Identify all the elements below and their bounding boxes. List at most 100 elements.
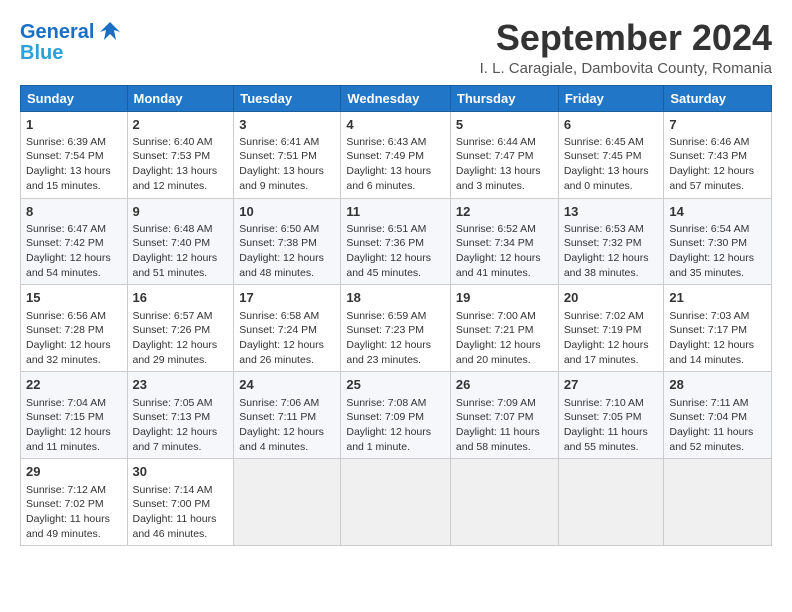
page: General Blue September 2024 I. L. Caragi… [0,0,792,612]
calendar-cell [341,459,451,546]
day-number: 4 [346,116,445,134]
day-info-line: Sunrise: 6:53 AM [564,222,659,237]
day-info-line: and 26 minutes. [239,353,335,368]
day-number: 8 [26,203,122,221]
day-info-line: Daylight: 12 hours [564,338,659,353]
day-info-line: Sunset: 7:45 PM [564,149,659,164]
day-info-line: Sunset: 7:07 PM [456,410,553,425]
day-info-line: and 35 minutes. [669,266,766,281]
calendar-cell: 3Sunrise: 6:41 AMSunset: 7:51 PMDaylight… [234,111,341,198]
day-info-line: Daylight: 11 hours [26,512,122,527]
day-info-line: and 4 minutes. [239,440,335,455]
day-info-line: Daylight: 12 hours [239,425,335,440]
day-info-line: Sunrise: 6:48 AM [133,222,229,237]
day-info-line: Sunrise: 6:43 AM [346,135,445,150]
calendar-week-row: 8Sunrise: 6:47 AMSunset: 7:42 PMDaylight… [21,198,772,285]
day-number: 7 [669,116,766,134]
day-info-line: Sunset: 7:42 PM [26,236,122,251]
day-info-line: and 23 minutes. [346,353,445,368]
day-number: 19 [456,289,553,307]
day-info-line: and 32 minutes. [26,353,122,368]
calendar-cell: 29Sunrise: 7:12 AMSunset: 7:02 PMDayligh… [21,459,128,546]
day-info-line: Sunrise: 6:39 AM [26,135,122,150]
day-info-line: Daylight: 13 hours [564,164,659,179]
day-info-line: Daylight: 13 hours [133,164,229,179]
calendar-cell: 25 Sunrise: 7:08 AMSunset: 7:09 PMDayligh… [341,372,451,459]
calendar-cell: 21Sunrise: 7:03 AMSunset: 7:17 PMDayligh… [664,285,772,372]
day-info-line: Sunrise: 6:56 AM [26,309,122,324]
day-number: 14 [669,203,766,221]
day-info-line: Sunset: 7:30 PM [669,236,766,251]
day-info-line: Sunrise: 6:41 AM [239,135,335,150]
calendar-cell: 8Sunrise: 6:47 AMSunset: 7:42 PMDaylight… [21,198,128,285]
day-number: 20 [564,289,659,307]
day-info-line: and 54 minutes. [26,266,122,281]
day-info-line: Sunrise: 7:05 AM [133,396,229,411]
day-info-line: Sunrise: 7:12 AM [26,483,122,498]
day-info-line: Sunrise: 6:40 AM [133,135,229,150]
calendar-week-row: 22Sunrise: 7:04 AMSunset: 7:15 PMDayligh… [21,372,772,459]
day-info-line: Sunrise: 7:02 AM [564,309,659,324]
day-info-line: Sunrise: 7:04 AM [26,396,122,411]
day-info-line: Daylight: 12 hours [564,251,659,266]
day-info-line: Daylight: 12 hours [26,338,122,353]
day-info-line: Sunset: 7:09 PM [346,410,445,425]
day-info-line: Sunrise: 6:57 AM [133,309,229,324]
day-number: 3 [239,116,335,134]
day-info-line: Daylight: 12 hours [239,251,335,266]
day-info-line: Sunset: 7:32 PM [564,236,659,251]
calendar-cell: 7Sunrise: 6:46 AMSunset: 7:43 PMDaylight… [664,111,772,198]
day-info-line: Sunrise: 7:00 AM [456,309,553,324]
day-info-line: Sunset: 7:38 PM [239,236,335,251]
day-info-line: Sunrise: 7:09 AM [456,396,553,411]
day-info-line: Sunset: 7:26 PM [133,323,229,338]
calendar-cell [664,459,772,546]
calendar-cell: 24Sunrise: 7:06 AMSunset: 7:11 PMDayligh… [234,372,341,459]
logo-bird-icon [96,18,124,46]
day-number: 11 [346,203,445,221]
day-number: 13 [564,203,659,221]
day-info-line: Sunrise: 7:08 AM [346,396,445,411]
day-info-line: Daylight: 12 hours [346,251,445,266]
calendar-cell [450,459,558,546]
calendar-cell: 20Sunrise: 7:02 AMSunset: 7:19 PMDayligh… [558,285,664,372]
day-info-line: Daylight: 12 hours [346,425,445,440]
day-info-line: Sunset: 7:24 PM [239,323,335,338]
day-info-line: Sunrise: 6:54 AM [669,222,766,237]
day-info-line: Daylight: 11 hours [133,512,229,527]
day-info-line: Daylight: 12 hours [133,425,229,440]
day-info-line: and 0 minutes. [564,179,659,194]
day-number: 26 [456,376,553,394]
day-info-line: Sunset: 7:05 PM [564,410,659,425]
calendar-cell [234,459,341,546]
day-info-line: Sunset: 7:17 PM [669,323,766,338]
day-number: 27 [564,376,659,394]
day-info-line: Sunrise: 6:58 AM [239,309,335,324]
day-number: 23 [133,376,229,394]
calendar-table: Sunday Monday Tuesday Wednesday Thursday… [20,85,772,547]
col-sunday: Sunday [21,85,128,111]
day-number: 28 [669,376,766,394]
day-info-line: and 17 minutes. [564,353,659,368]
calendar-cell: 11Sunrise: 6:51 AMSunset: 7:36 PMDayligh… [341,198,451,285]
day-info-line: Sunrise: 7:11 AM [669,396,766,411]
day-info-line: and 55 minutes. [564,440,659,455]
day-info-line: Sunset: 7:04 PM [669,410,766,425]
calendar-cell: 23Sunrise: 7:05 AMSunset: 7:13 PMDayligh… [127,372,234,459]
day-info-line: Daylight: 12 hours [669,251,766,266]
day-number: 29 [26,463,122,481]
col-friday: Friday [558,85,664,111]
logo: General Blue [20,18,124,65]
day-info-line: Daylight: 12 hours [133,338,229,353]
location: I. L. Caragiale, Dambovita County, Roman… [480,60,772,77]
calendar-cell: 6Sunrise: 6:45 AMSunset: 7:45 PMDaylight… [558,111,664,198]
day-number: 16 [133,289,229,307]
day-number: 25 [346,376,445,394]
day-info-line: Daylight: 11 hours [564,425,659,440]
day-info-line: Sunset: 7:28 PM [26,323,122,338]
day-info-line: Daylight: 13 hours [456,164,553,179]
calendar-week-row: 1Sunrise: 6:39 AMSunset: 7:54 PMDaylight… [21,111,772,198]
day-info-line: and 14 minutes. [669,353,766,368]
day-number: 24 [239,376,335,394]
day-info-line: and 46 minutes. [133,527,229,542]
